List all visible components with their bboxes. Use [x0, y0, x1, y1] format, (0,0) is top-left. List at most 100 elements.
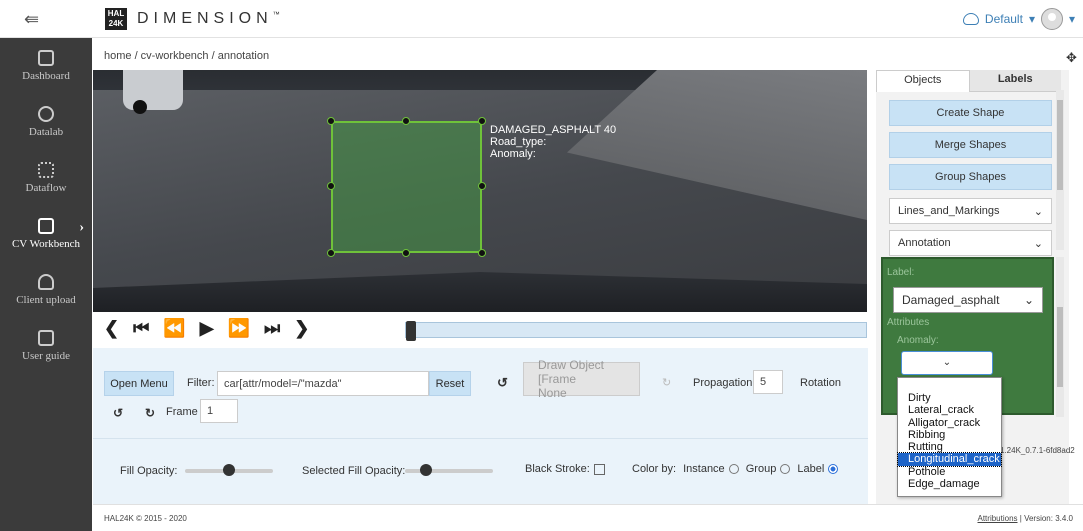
- box-label: DAMAGED_ASPHALT 40 Road_type: Anomaly:: [490, 124, 617, 160]
- frame-label: Frame: [166, 406, 198, 418]
- sidebar-item-dataflow[interactable]: Dataflow: [0, 150, 92, 206]
- playback-controls: ❮ ⏮ ⏪ ▶ ⏩ ⏭ ❯: [104, 318, 309, 339]
- slider-knob[interactable]: [223, 464, 235, 476]
- chevron-down-icon: ⌄: [942, 357, 952, 368]
- rewind-icon[interactable]: ⏪: [163, 318, 185, 339]
- bounding-box[interactable]: [331, 121, 482, 253]
- chevron-down-icon: ⌄: [1033, 205, 1043, 218]
- frame-input[interactable]: 1: [200, 399, 238, 423]
- anomaly-dropdown: Dirty Lateral_crack Alligator_crack Ribb…: [897, 377, 1002, 497]
- sidebar: Dashboard Datalab Dataflow › CV Workbenc…: [0, 38, 92, 531]
- footer: HAL24K © 2015 - 2020 Attributions | Vers…: [93, 504, 1083, 531]
- redo-icon[interactable]: ↻: [662, 376, 671, 389]
- annotation-select[interactable]: Annotation ⌄: [889, 230, 1052, 256]
- group-shapes-button[interactable]: Group Shapes: [889, 164, 1052, 190]
- rotation-label: Rotation: [800, 377, 841, 389]
- anomaly-caption: Anomaly:: [897, 335, 939, 346]
- anomaly-option[interactable]: Alligator_crack: [898, 417, 1001, 429]
- box-handle[interactable]: [402, 117, 410, 125]
- anomaly-select[interactable]: ⌄: [901, 351, 993, 375]
- anomaly-option[interactable]: Dirty: [898, 392, 1001, 404]
- first-frame-icon[interactable]: ⏮: [133, 318, 149, 339]
- move-icon[interactable]: ✥: [1066, 50, 1077, 66]
- panel-tabs: Objects Labels: [876, 70, 1061, 92]
- lines-markings-select[interactable]: Lines_and_Markings ⌄: [889, 198, 1052, 224]
- sidebar-item-dashboard[interactable]: Dashboard: [0, 38, 92, 94]
- panel-scrollbar[interactable]: [1056, 90, 1064, 250]
- sidebar-item-client-upload[interactable]: Client upload: [0, 262, 92, 318]
- fill-opacity-slider[interactable]: [185, 464, 273, 476]
- cloud-icon: [962, 13, 979, 25]
- open-menu-button[interactable]: Open Menu: [104, 371, 174, 396]
- tab-objects[interactable]: Objects: [876, 70, 970, 92]
- color-by-group-radio[interactable]: [780, 464, 791, 475]
- color-by-instance-radio[interactable]: [728, 464, 739, 475]
- color-by-label-radio[interactable]: [828, 464, 839, 475]
- sidebar-item-cv-workbench[interactable]: › CV Workbench: [0, 206, 92, 262]
- logo: HAL 24K: [105, 8, 127, 30]
- workspace-selector[interactable]: Default: [985, 12, 1023, 26]
- top-bar: ⇚ HAL 24K DIMENSION™ Default ▾ ▾: [0, 0, 1083, 38]
- prev-icon[interactable]: ❮: [104, 318, 119, 339]
- black-stroke-checkbox[interactable]: [593, 463, 605, 475]
- anomaly-option[interactable]: Edge_damage: [898, 478, 1001, 490]
- sidebar-item-datalab[interactable]: Datalab: [0, 94, 92, 150]
- merge-shapes-button[interactable]: Merge Shapes: [889, 132, 1052, 158]
- datalab-icon: [38, 106, 54, 122]
- box-handle[interactable]: [327, 249, 335, 257]
- chevron-down-icon[interactable]: ▾: [1029, 12, 1035, 26]
- rotate-right-icon[interactable]: ↻: [145, 406, 155, 420]
- build-version: 1.24K_0.7.1-6fd8ad2: [1000, 446, 1075, 455]
- black-stroke-label: Black Stroke:: [525, 463, 605, 475]
- next-icon[interactable]: ❯: [294, 318, 309, 339]
- box-handle[interactable]: [478, 249, 486, 257]
- upload-icon: [38, 274, 54, 290]
- box-handle[interactable]: [478, 182, 486, 190]
- anomaly-option[interactable]: Rutting: [898, 441, 1001, 453]
- filter-input[interactable]: car[attr/model=/"mazda": [217, 371, 429, 396]
- parked-car-image: [123, 70, 183, 114]
- dataflow-icon: [38, 162, 54, 178]
- last-frame-icon[interactable]: ⏭: [264, 318, 280, 339]
- chevron-down-icon[interactable]: ▾: [1069, 12, 1075, 26]
- anomaly-option[interactable]: Ribbing: [898, 429, 1001, 441]
- box-handle[interactable]: [327, 117, 335, 125]
- frame-timeline[interactable]: [405, 321, 867, 341]
- label-select[interactable]: Damaged_asphalt ⌄: [893, 287, 1043, 313]
- selected-fill-opacity-slider[interactable]: [405, 464, 493, 476]
- attributions-link[interactable]: Attributions: [978, 514, 1018, 523]
- attributes-caption: Attributes: [887, 317, 930, 328]
- draw-object-select[interactable]: Draw Object [Frame None: [523, 358, 640, 400]
- propagation-label: Propagation: [693, 377, 753, 389]
- fast-forward-icon[interactable]: ⏩: [228, 318, 250, 339]
- box-handle[interactable]: [478, 117, 486, 125]
- timeline-handle[interactable]: [406, 321, 416, 341]
- box-handle[interactable]: [327, 182, 335, 190]
- chevron-down-icon: ⌄: [1023, 293, 1034, 307]
- play-icon[interactable]: ▶: [200, 318, 214, 339]
- label-caption: Label:: [887, 267, 915, 278]
- annotation-toolbar: [93, 348, 868, 438]
- chevron-down-icon: ⌄: [1033, 237, 1043, 250]
- refresh-icon[interactable]: ↺: [497, 375, 508, 391]
- breadcrumb: home / cv-workbench / annotation: [104, 50, 270, 62]
- color-by-group: Color by: Instance Group Label: [632, 463, 842, 475]
- guide-icon: [38, 330, 54, 346]
- card-scrollbar[interactable]: [1056, 257, 1064, 417]
- chevron-right-icon: ›: [79, 220, 84, 235]
- avatar[interactable]: [1040, 8, 1063, 30]
- reset-button[interactable]: Reset: [429, 371, 471, 396]
- filter-label: Filter:: [187, 377, 215, 389]
- tab-labels[interactable]: Labels: [969, 70, 1061, 92]
- collapse-menu-icon[interactable]: ⇚: [24, 9, 46, 29]
- propagation-input[interactable]: 5: [753, 370, 783, 394]
- rotate-left-icon[interactable]: ↺: [113, 406, 123, 420]
- cv-workbench-icon: [38, 218, 54, 234]
- anomaly-option[interactable]: Lateral_crack: [898, 404, 1001, 416]
- anomaly-option[interactable]: Pothole: [898, 466, 1001, 478]
- box-handle[interactable]: [402, 249, 410, 257]
- slider-knob[interactable]: [420, 464, 432, 476]
- sidebar-item-user-guide[interactable]: User guide: [0, 318, 92, 374]
- create-shape-button[interactable]: Create Shape: [889, 100, 1052, 126]
- anomaly-option-highlighted[interactable]: Longitudinal_crack: [897, 452, 1002, 467]
